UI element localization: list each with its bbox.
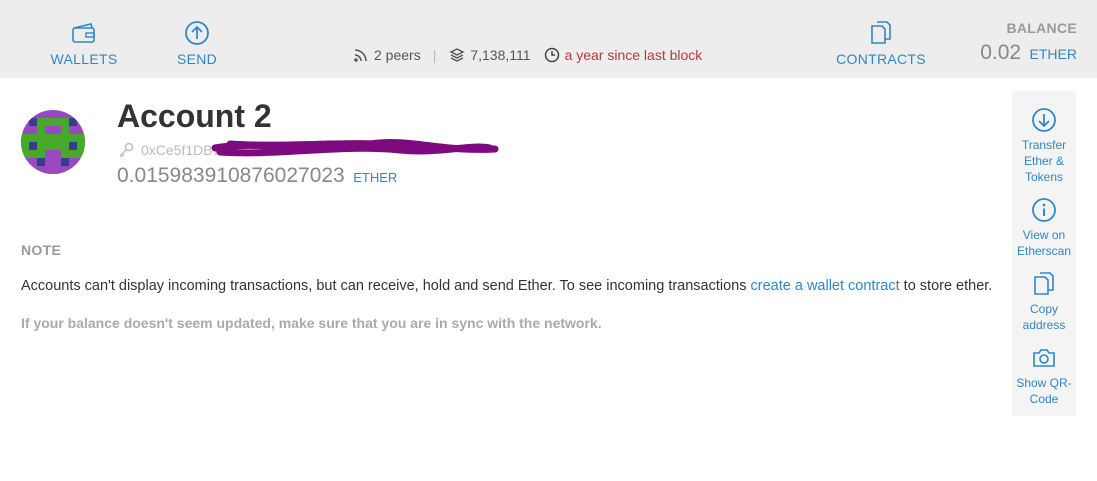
account-balance-value: 0.015983910876027023 xyxy=(117,164,345,187)
wallet-icon xyxy=(69,18,99,48)
note-text-after: to store ether. xyxy=(899,278,993,294)
top-nav-bar: WALLETS SEND 2 peers | 7,138,111 a year … xyxy=(0,0,1097,78)
show-qr-button[interactable]: Show QR-Code xyxy=(1012,343,1076,407)
nav-wallets-label: WALLETS xyxy=(50,51,118,67)
transfer-button[interactable]: Transfer Ether & Tokens xyxy=(1012,105,1076,185)
account-actions-panel: Transfer Ether & Tokens View on Ethersca… xyxy=(1012,91,1076,416)
info-circle-icon xyxy=(1029,195,1059,225)
account-title: Account 2 xyxy=(117,98,272,134)
copy-address-button[interactable]: Copy address xyxy=(1012,269,1076,333)
copy-icon xyxy=(1029,269,1059,299)
balance-unit: ETHER xyxy=(1029,46,1077,62)
signal-icon xyxy=(352,46,370,64)
etherscan-label: View on Etherscan xyxy=(1016,228,1072,258)
note-title: NOTE xyxy=(21,242,62,258)
camera-icon xyxy=(1029,343,1059,373)
copy-address-label: Copy address xyxy=(1022,302,1066,332)
status-separator: | xyxy=(432,47,437,63)
transfer-label: Transfer Ether & Tokens xyxy=(1021,138,1067,184)
sync-warning: If your balance doesn't seem updated, ma… xyxy=(21,315,602,331)
key-icon xyxy=(117,141,135,159)
nav-send[interactable]: SEND xyxy=(176,18,218,67)
show-qr-label: Show QR-Code xyxy=(1016,376,1072,406)
block-number: 7,138,111 xyxy=(470,47,531,63)
address-redaction xyxy=(211,138,499,157)
account-balance: 0.015983910876027023 ETHER xyxy=(117,164,397,188)
note-text: Accounts can't display incoming transact… xyxy=(21,278,992,294)
peers-count: 2 peers xyxy=(374,47,421,63)
nav-send-label: SEND xyxy=(176,51,218,67)
network-status: 2 peers | 7,138,111 a year since last bl… xyxy=(352,46,702,64)
create-wallet-contract-link[interactable]: create a wallet contract xyxy=(751,278,900,294)
balance-label: BALANCE xyxy=(1006,20,1077,36)
layers-icon xyxy=(448,46,466,64)
note-text-before: Accounts can't display incoming transact… xyxy=(21,278,751,294)
total-balance: BALANCE 0.02 ETHER xyxy=(980,20,1077,65)
account-identicon xyxy=(21,110,85,174)
balance-value: 0.02 xyxy=(980,41,1022,64)
account-balance-unit: ETHER xyxy=(353,170,398,185)
arrow-up-circle-icon xyxy=(182,18,212,48)
last-block-time: a year since last block xyxy=(564,47,703,63)
etherscan-button[interactable]: View on Etherscan xyxy=(1012,195,1076,259)
nav-contracts-label: CONTRACTS xyxy=(836,51,926,67)
nav-contracts[interactable]: CONTRACTS xyxy=(836,18,926,67)
clock-icon xyxy=(543,46,561,64)
arrow-down-circle-icon xyxy=(1029,105,1059,135)
documents-icon xyxy=(866,18,896,48)
nav-wallets[interactable]: WALLETS xyxy=(50,18,118,67)
